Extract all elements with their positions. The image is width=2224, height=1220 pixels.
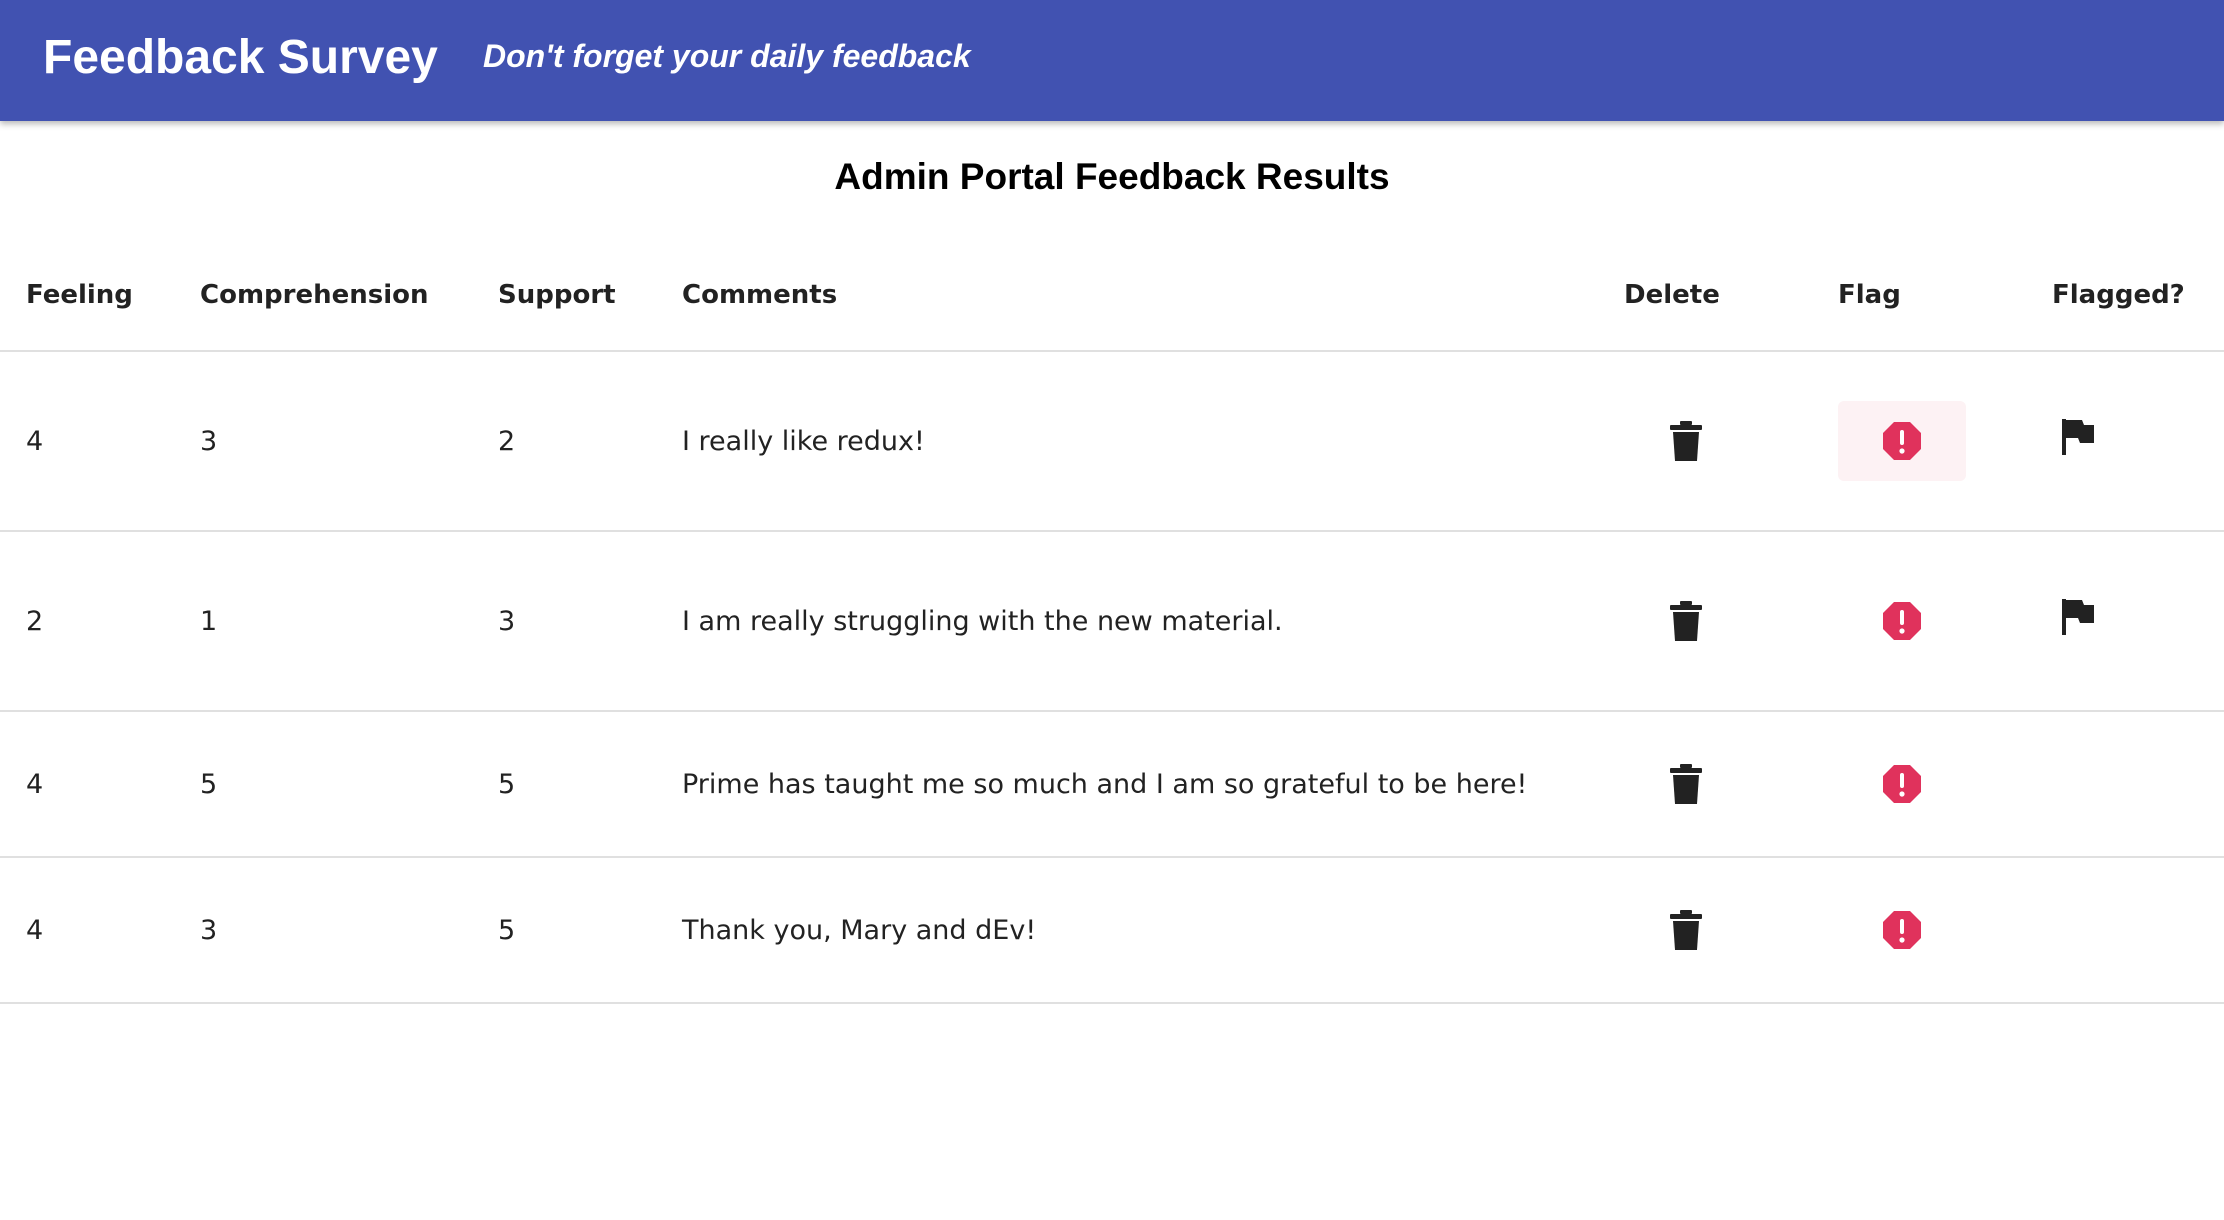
trash-icon — [1670, 764, 1702, 804]
error-octagon-icon — [1883, 765, 1921, 803]
support-cell: 3 — [498, 605, 516, 637]
table-row: 2 1 3 I am really struggling with the ne… — [0, 532, 2224, 712]
table-header-row: Feeling Comprehension Support Comments D… — [0, 240, 2224, 352]
feeling-cell: 4 — [26, 425, 44, 457]
flag-icon — [2062, 599, 2094, 635]
app-subtitle: Don't forget your daily feedback — [483, 38, 971, 74]
flag-button[interactable] — [1838, 890, 1966, 970]
error-octagon-icon — [1883, 602, 1921, 640]
error-octagon-icon — [1883, 911, 1921, 949]
page-title: Admin Portal Feedback Results — [834, 156, 1390, 197]
support-cell: 2 — [498, 425, 516, 457]
trash-icon — [1670, 421, 1702, 461]
trash-icon — [1670, 910, 1702, 950]
flag-button[interactable] — [1838, 581, 1966, 661]
comprehension-cell: 5 — [200, 768, 218, 800]
comments-cell: I am really struggling with the new mate… — [682, 605, 1283, 637]
header-comprehension: Comprehension — [200, 280, 429, 310]
flag-icon — [2062, 419, 2094, 455]
header-flag: Flag — [1838, 280, 1901, 310]
delete-button[interactable] — [1646, 744, 1726, 824]
support-cell: 5 — [498, 914, 516, 946]
error-octagon-icon — [1883, 422, 1921, 460]
table-row: 4 3 5 Thank you, Mary and dEv! — [0, 858, 2224, 1004]
flag-button[interactable] — [1838, 401, 1966, 481]
comprehension-cell: 3 — [200, 914, 218, 946]
comments-cell: I really like redux! — [682, 425, 925, 457]
feeling-cell: 2 — [26, 605, 44, 637]
app-title: Feedback Survey — [43, 31, 438, 84]
feeling-cell: 4 — [26, 768, 44, 800]
header-delete: Delete — [1624, 280, 1720, 310]
delete-button[interactable] — [1646, 890, 1726, 970]
delete-button[interactable] — [1646, 401, 1726, 481]
feeling-cell: 4 — [26, 914, 44, 946]
app-bar: Feedback Survey Don't forget your daily … — [0, 0, 2224, 121]
header-support: Support — [498, 280, 616, 310]
delete-button[interactable] — [1646, 581, 1726, 661]
trash-icon — [1670, 601, 1702, 641]
header-comments: Comments — [682, 280, 838, 310]
table-row: 4 3 2 I really like redux! — [0, 352, 2224, 532]
header-feeling: Feeling — [26, 280, 133, 310]
comprehension-cell: 3 — [200, 425, 218, 457]
header-flagged: Flagged? — [2052, 280, 2185, 310]
flag-button[interactable] — [1838, 744, 1966, 824]
comprehension-cell: 1 — [200, 605, 218, 637]
table-row: 4 5 5 Prime has taught me so much and I … — [0, 712, 2224, 858]
comments-cell: Thank you, Mary and dEv! — [682, 914, 1037, 946]
support-cell: 5 — [498, 768, 516, 800]
comments-cell: Prime has taught me so much and I am so … — [682, 768, 1528, 800]
